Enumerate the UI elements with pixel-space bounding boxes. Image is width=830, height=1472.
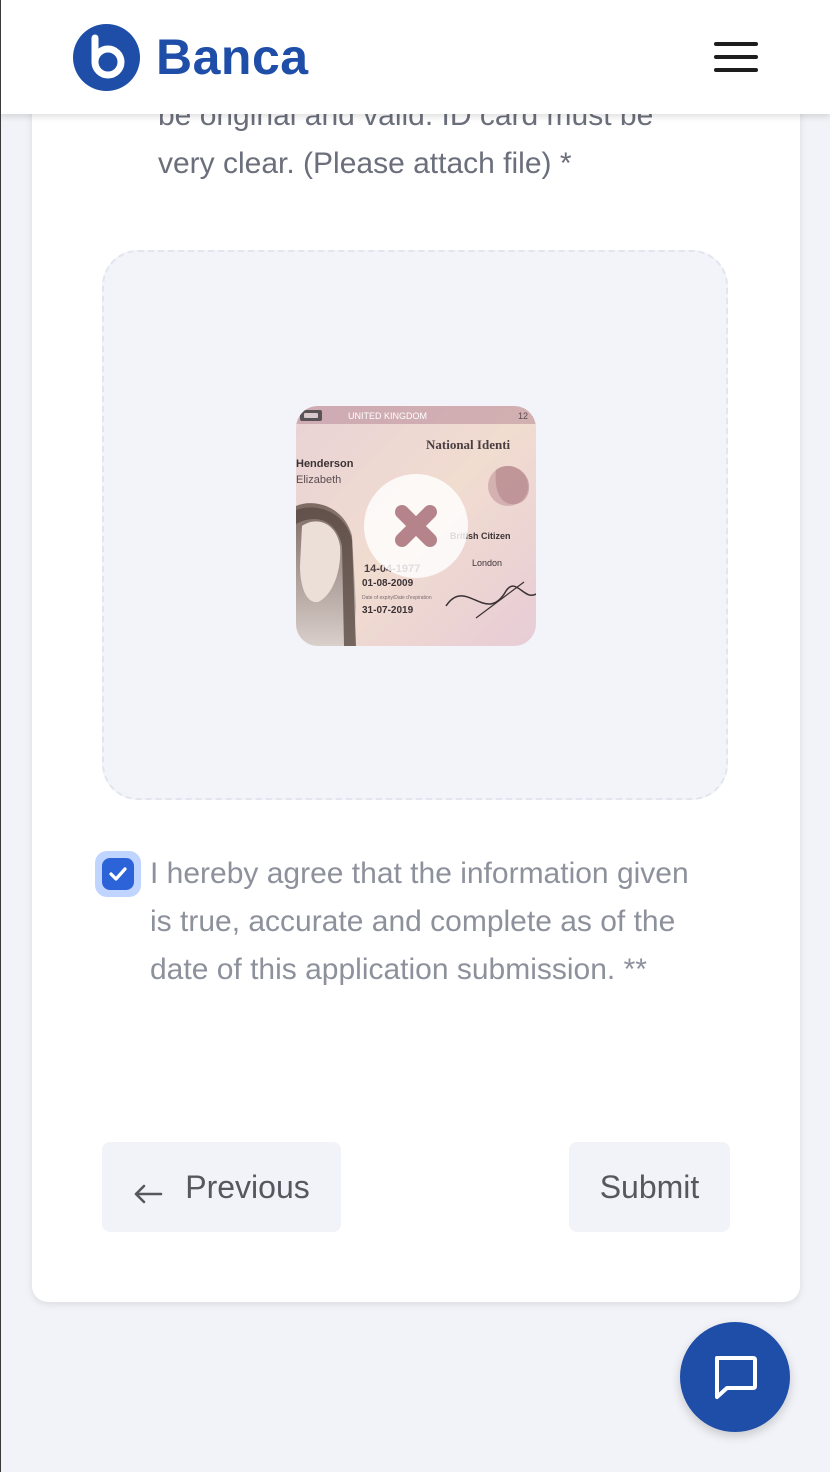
close-x-icon: [395, 505, 437, 547]
banca-logo-icon[interactable]: [73, 24, 140, 91]
card-title: National Identi: [426, 437, 511, 452]
card-given-name: Elizabeth: [296, 474, 341, 486]
agreement-text: I hereby agree that the information give…: [150, 857, 689, 986]
submit-button[interactable]: Submit: [569, 1142, 730, 1232]
card-number: 12: [518, 411, 528, 421]
window-edge: [0, 0, 1, 1472]
card-expiry-label: Date of expiry/Date d'expiration: [362, 595, 432, 601]
remove-file-button[interactable]: [364, 474, 468, 578]
chat-button[interactable]: [680, 1322, 790, 1432]
card-surname: Henderson: [296, 458, 354, 470]
card-issue-date: 01-08-2009: [362, 578, 414, 589]
card-country: UNITED KINGDOM: [348, 411, 427, 421]
chat-bubble-icon: [715, 1356, 757, 1399]
card-expiry-date: 31-07-2019: [362, 605, 414, 616]
agreement-checkbox[interactable]: [95, 851, 141, 897]
checkmark-icon: [109, 867, 127, 881]
previous-button[interactable]: Previous: [102, 1142, 341, 1232]
card-place: London: [472, 558, 502, 568]
hamburger-menu-icon[interactable]: [712, 40, 760, 74]
arrow-left-icon: [133, 1176, 163, 1204]
app-header: Banca: [0, 0, 830, 114]
previous-label: Previous: [185, 1168, 310, 1205]
brand-name[interactable]: Banca: [156, 26, 309, 88]
submit-label: Submit: [599, 1168, 700, 1205]
